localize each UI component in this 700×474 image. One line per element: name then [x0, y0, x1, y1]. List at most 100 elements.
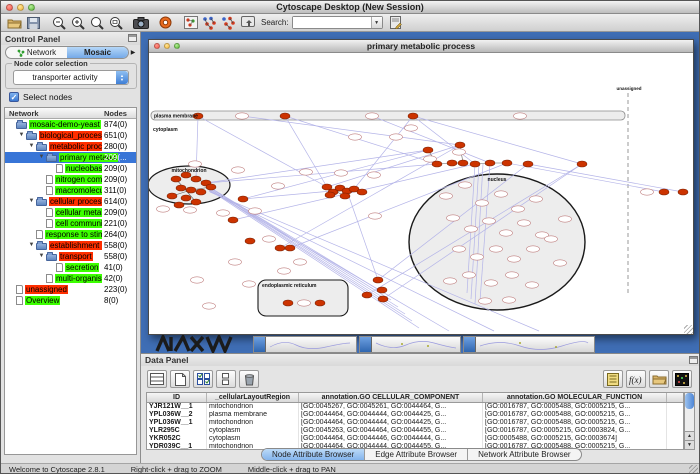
region-plasma-membrane[interactable]	[151, 111, 625, 120]
tree-row[interactable]: ▼metabolic process280(0)	[5, 141, 136, 152]
delete-attribute-icon[interactable]	[239, 370, 259, 388]
table-row[interactable]: YPL036W__2plasma membrane[GO:0044464, GO…	[147, 411, 683, 419]
table-cell[interactable]: [GO:0016787, GO:0005215, GO:0003824, G..…	[483, 427, 667, 435]
network-node[interactable]	[485, 280, 498, 286]
table-cell[interactable]: [GO:0005488, GO:0005215, GO:0003674]	[483, 435, 667, 443]
network-node[interactable]	[300, 169, 313, 175]
tree-row[interactable]: cell communicat221(0)	[5, 218, 136, 229]
network-node-selected[interactable]	[325, 192, 335, 198]
help-lifesaver-icon[interactable]	[157, 15, 174, 30]
network-node[interactable]	[390, 134, 403, 140]
select-attributes-icon[interactable]	[147, 370, 167, 388]
table-cell[interactable]: [GO:0016787, GO:0005488, GO:0005215, G..…	[483, 411, 667, 419]
network-node-selected[interactable]	[485, 160, 495, 166]
select-nodes-checkbox[interactable]: ✓	[9, 92, 19, 102]
network-node[interactable]	[526, 282, 539, 288]
table-cell[interactable]: [GO:0045267, GO:0045261, GO:0044464, G..…	[299, 403, 483, 411]
network-node-selected[interactable]	[196, 189, 206, 195]
tab-network[interactable]: Network	[6, 47, 67, 58]
network-node[interactable]	[453, 149, 466, 155]
network-node[interactable]	[189, 161, 202, 167]
network-node-selected[interactable]	[362, 292, 372, 298]
annotation-icon[interactable]	[387, 15, 404, 30]
network-node-selected[interactable]	[659, 189, 669, 195]
create-new-attribute-icon[interactable]	[170, 370, 190, 388]
export-snapshot-icon[interactable]	[132, 15, 149, 30]
network-node[interactable]	[514, 113, 527, 119]
network-node[interactable]	[232, 167, 245, 173]
network-node-selected[interactable]	[167, 193, 177, 199]
zoom-out-icon[interactable]	[50, 15, 67, 30]
network-node[interactable]	[483, 218, 496, 224]
zoom-fit-icon[interactable]	[107, 15, 124, 30]
tree-row[interactable]: cellular metabol209(0)	[5, 207, 136, 218]
network-node-selected[interactable]	[181, 195, 191, 201]
network-node[interactable]	[249, 208, 262, 214]
tab-node-attribute-browser[interactable]: Node Attribute Browser	[262, 449, 365, 460]
network-node[interactable]	[157, 206, 170, 212]
network-node-selected[interactable]	[357, 189, 367, 195]
table-row[interactable]: YLR295Ccytoplasm[GO:0045263, GO:0044464,…	[147, 427, 683, 435]
network-node-selected[interactable]	[191, 176, 201, 182]
open-session-icon[interactable]	[6, 15, 23, 30]
network-node[interactable]	[447, 215, 460, 221]
network-node[interactable]	[191, 277, 204, 283]
table-cell[interactable]: cytoplasm	[207, 435, 299, 443]
network-node-selected[interactable]	[423, 147, 433, 153]
network-node[interactable]	[500, 230, 513, 236]
network-node[interactable]	[243, 281, 256, 287]
network-node[interactable]	[278, 268, 291, 274]
network-node-selected[interactable]	[206, 184, 216, 190]
network-node-selected[interactable]	[432, 161, 442, 167]
table-scrollbar[interactable]: ▲ ▼	[684, 392, 695, 450]
tree-row[interactable]: ▼transport558(0)	[5, 251, 136, 262]
table-cell[interactable]: [GO:0045263, GO:0044464, GO:0044455, G..…	[299, 427, 483, 435]
network-node[interactable]	[184, 207, 197, 213]
table-cell[interactable]: YPL036W__1	[147, 419, 207, 427]
network-node[interactable]	[463, 272, 476, 278]
table-cell[interactable]: mitochondrion	[207, 403, 299, 411]
tree-row[interactable]: nitrogen compo209(0)	[5, 174, 136, 185]
tree-expand-arrow[interactable]: ▼	[27, 141, 36, 152]
column-header[interactable]: annotation.GO MOLECULAR_FUNCTION	[483, 393, 667, 402]
tree-row[interactable]: macromolecule311(0)	[5, 185, 136, 196]
network-node[interactable]	[368, 172, 381, 178]
network-node-selected[interactable]	[678, 189, 688, 195]
network-node[interactable]	[530, 196, 543, 202]
network-node[interactable]	[490, 246, 503, 252]
tree-row[interactable]: ▼establishment of lo558(0)	[5, 240, 136, 251]
network-node[interactable]	[366, 113, 379, 119]
tree-row[interactable]: ▼biological_process651(0)	[5, 130, 136, 141]
network-node[interactable]	[405, 125, 418, 131]
scrollbar-thumb[interactable]	[685, 393, 694, 409]
network-node[interactable]	[508, 256, 521, 262]
search-input[interactable]	[293, 17, 371, 28]
network-node[interactable]	[545, 236, 558, 242]
network-node[interactable]	[236, 113, 249, 119]
table-cell[interactable]: [GO:0016787, GO:0005488, GO:0005215, G..…	[483, 419, 667, 427]
network-node-selected[interactable]	[447, 160, 457, 166]
network-node[interactable]	[369, 213, 382, 219]
column-header[interactable]: _cellularLayoutRegion	[207, 393, 299, 402]
app-resize-grip[interactable]	[689, 465, 698, 474]
table-cell[interactable]: YJR121W__1	[147, 403, 207, 411]
table-cell[interactable]: YLR295C	[147, 427, 207, 435]
table-row[interactable]: YPL036W__1mitochondrion[GO:0044464, GO:0…	[147, 419, 683, 427]
save-session-icon[interactable]	[25, 15, 42, 30]
network-node-selected[interactable]	[191, 199, 201, 205]
tree-expand-arrow[interactable]: ▼	[37, 251, 46, 262]
attribute-editor-icon[interactable]	[603, 370, 623, 388]
network-node[interactable]	[459, 182, 472, 188]
column-header[interactable]: ID	[147, 393, 207, 402]
float-data-panel-icon[interactable]	[689, 356, 698, 364]
network-node[interactable]	[641, 189, 654, 195]
network-node[interactable]	[298, 300, 311, 306]
scroll-up-button[interactable]: ▲	[685, 431, 694, 440]
matrix-view-icon[interactable]	[672, 370, 692, 388]
tab-edge-attribute-browser[interactable]: Edge Attribute Browser	[365, 449, 468, 460]
minimized-window[interactable]	[359, 336, 461, 353]
network-node[interactable]	[465, 226, 478, 232]
network-node-selected[interactable]	[340, 193, 350, 199]
tree-row[interactable]: secretion41(0)	[5, 262, 136, 273]
new-network-from-selection-all-edges-icon[interactable]	[201, 15, 218, 30]
